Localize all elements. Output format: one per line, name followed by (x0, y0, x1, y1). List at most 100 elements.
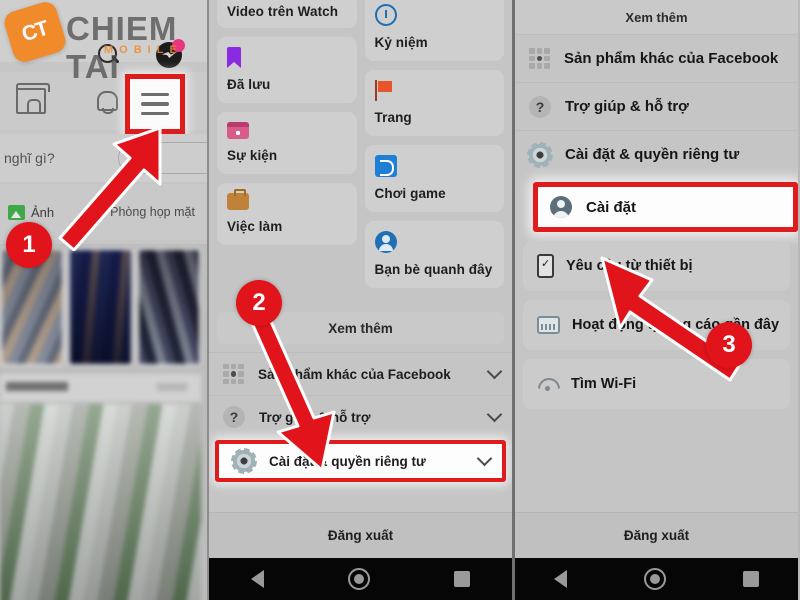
messenger-icon[interactable] (156, 39, 185, 68)
recents-icon[interactable] (743, 571, 760, 587)
post-image[interactable] (0, 404, 201, 600)
composer-pill (118, 142, 207, 174)
post-author-placeholder (6, 382, 68, 391)
menu-row-help-support[interactable]: ? Trợ giúp & hỗ trợ (209, 395, 512, 438)
post-composer[interactable]: nghĩ gì? (0, 134, 207, 182)
chevron-down-icon (486, 406, 503, 423)
menu-tile-games[interactable]: Chơi game (364, 145, 504, 212)
menu-settings-list: Sản phẩm khác của Facebook ? Trợ giúp & … (209, 352, 512, 482)
settings-row-settings-privacy[interactable]: Cài đặt & quyền riêng tư (515, 130, 798, 178)
help-icon: ? (223, 406, 245, 428)
menu-row-other-products[interactable]: Sản phẩm khác của Facebook (209, 352, 512, 395)
clock-icon (374, 4, 397, 26)
briefcase-icon (227, 189, 249, 210)
menu-row-label: Cài đặt & quyền riêng tư (269, 453, 426, 469)
menu-tile-saved[interactable]: Đã lưu (217, 37, 357, 103)
composer-action-label: Ảnh (31, 204, 55, 220)
marketplace-icon[interactable] (16, 83, 50, 114)
menu-grid-column-left: Video trên Watch Đã lưu Sự kiện Việc làm (217, 0, 357, 288)
settings-row-label: Cài đặt (586, 198, 637, 216)
chevron-down-icon (486, 363, 503, 380)
event-icon (227, 122, 249, 139)
panel-settings-expanded: Xem thêm Sản phẩm khác của Facebook ? Tr… (512, 0, 798, 600)
menu-tile-label: Chơi game (374, 186, 446, 201)
hamburger-line (141, 92, 169, 97)
logout-button[interactable]: Đăng xuất (209, 512, 512, 558)
menu-tile-label: Video trên Watch (227, 3, 339, 19)
see-more-button[interactable]: Xem thêm (515, 0, 798, 34)
panel-facebook-feed: nghĩ gì? Ảnh Phòng họp mặt (0, 0, 207, 600)
menu-scroll-area[interactable]: Video trên Watch Đã lưu Sự kiện Việc làm (209, 0, 512, 558)
settings-card-label: Yêu cầu từ thiết bị (566, 258, 693, 274)
menu-tile-events[interactable]: Sự kiện (217, 112, 357, 174)
android-navbar (515, 558, 798, 600)
settings-card-find-wifi[interactable]: Tìm Wi-Fi (523, 359, 790, 409)
person-icon (550, 196, 572, 218)
story-card[interactable] (68, 248, 133, 366)
room-icon (86, 206, 105, 218)
back-icon[interactable] (251, 570, 264, 588)
logout-label: Đăng xuất (327, 528, 394, 543)
menu-row-label: Trợ giúp & hỗ trợ (259, 409, 371, 425)
hamburger-line (141, 111, 169, 116)
settings-card-label: Tìm Wi-Fi (571, 376, 637, 392)
back-icon[interactable] (553, 570, 567, 588)
menu-tile-jobs[interactable]: Việc làm (217, 183, 357, 245)
bell-icon[interactable] (96, 90, 118, 114)
menu-shortcut-grid: Video trên Watch Đã lưu Sự kiện Việc làm (209, 0, 512, 288)
ad-icon (537, 316, 560, 334)
composer-action-room[interactable]: Phòng họp mặt (86, 205, 195, 219)
story-card[interactable] (136, 248, 201, 366)
menu-tile-friends-nearby[interactable]: Bạn bè quanh đây (364, 221, 504, 288)
photo-icon (8, 204, 25, 220)
chevron-down-icon (476, 450, 493, 467)
menu-row-settings-privacy[interactable]: Cài đặt & quyền riêng tư (215, 440, 506, 482)
settings-row-other-products[interactable]: Sản phẩm khác của Facebook (515, 34, 798, 82)
settings-scroll-area[interactable]: Xem thêm Sản phẩm khác của Facebook ? Tr… (515, 0, 798, 558)
grid-icon (223, 363, 244, 385)
device-icon (537, 254, 554, 278)
see-more-label: Xem thêm (328, 320, 393, 336)
menu-row-label: Sản phẩm khác của Facebook (258, 366, 451, 382)
menu-tile-label: Kỷ niệm (374, 35, 428, 50)
step-badge-2: 2 (236, 280, 282, 326)
menu-tile-label: Trang (374, 110, 412, 125)
settings-row-label: Sản phẩm khác của Facebook (564, 50, 779, 67)
bookmark-icon (227, 47, 241, 68)
step-badge-1: 1 (6, 222, 52, 268)
menu-tile-pages[interactable]: Trang (364, 70, 504, 136)
help-icon: ? (529, 95, 551, 118)
hamburger-menu-icon[interactable] (125, 74, 185, 134)
home-icon[interactable] (348, 568, 370, 590)
topbar-actions (96, 39, 185, 68)
settings-card-device-requests[interactable]: Yêu cầu từ thiết bị (523, 241, 790, 291)
logout-label: Đăng xuất (623, 528, 690, 543)
logout-button[interactable]: Đăng xuất (515, 512, 798, 558)
settings-card-label: Hoạt động quảng cáo gần đây (572, 317, 780, 333)
recents-icon[interactable] (454, 571, 470, 587)
screenshot-root: nghĩ gì? Ảnh Phòng họp mặt Video trên Wa… (0, 0, 800, 600)
menu-tile-label: Đã lưu (227, 77, 271, 92)
menu-tile-label: Bạn bè quanh đây (374, 262, 493, 277)
menu-tile-watch[interactable]: Video trên Watch (217, 0, 357, 28)
gear-icon (529, 143, 551, 166)
friends-icon (374, 231, 397, 253)
android-navbar (209, 558, 512, 600)
composer-action-photo[interactable]: Ảnh (8, 204, 55, 220)
post-header (0, 374, 201, 402)
search-icon[interactable] (96, 42, 122, 68)
settings-row-settings[interactable]: Cài đặt (533, 182, 798, 232)
composer-action-label: Phòng họp mặt (110, 204, 195, 219)
hamburger-line (141, 102, 169, 106)
gear-icon (233, 450, 255, 472)
news-feed (0, 244, 207, 600)
post-meta-placeholder (157, 383, 187, 391)
settings-row-help-support[interactable]: ? Trợ giúp & hỗ trợ (515, 82, 798, 130)
settings-row-label: Trợ giúp & hỗ trợ (565, 98, 689, 115)
facebook-topbar (0, 0, 207, 68)
menu-grid-column-right: Kỷ niệm Trang Chơi game Bạn bè quanh đây (364, 0, 504, 288)
menu-tile-label: Việc làm (227, 219, 283, 234)
menu-tile-label: Sự kiện (227, 148, 278, 163)
menu-tile-memories[interactable]: Kỷ niệm (364, 0, 504, 61)
home-icon[interactable] (643, 568, 666, 590)
